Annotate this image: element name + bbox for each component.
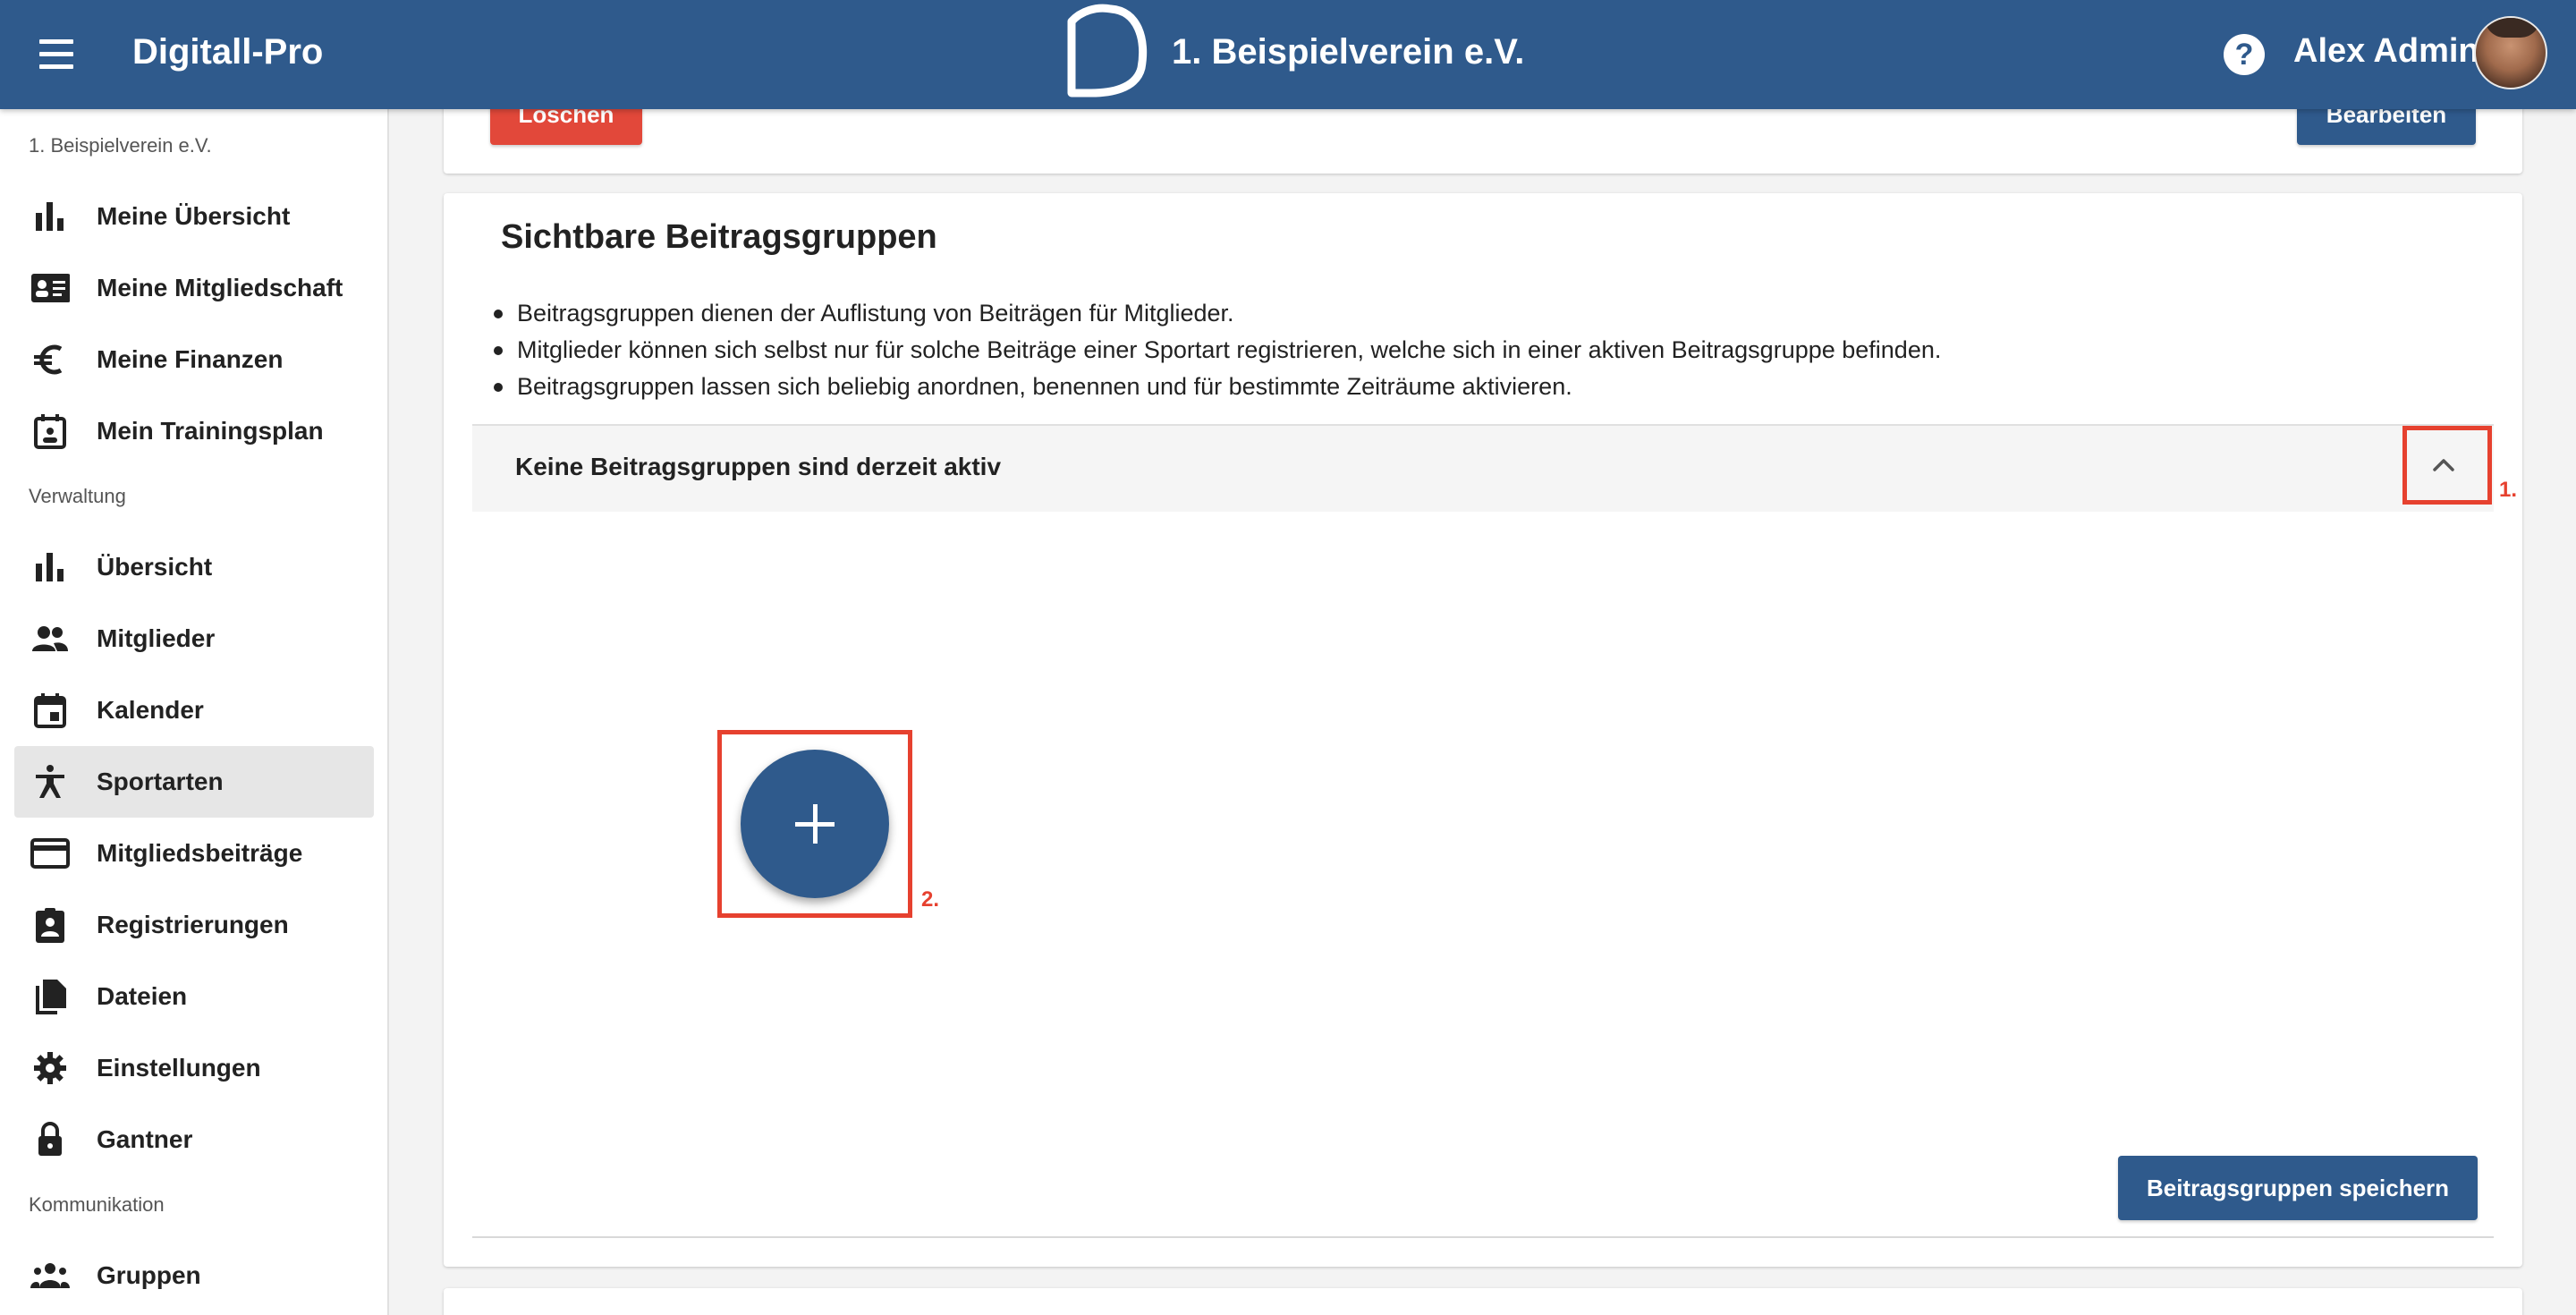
- sidebar-item-label: Mitglieder: [97, 624, 216, 652]
- expansion-panel-title: Keine Beitragsgruppen sind derzeit aktiv: [515, 453, 1002, 480]
- calendar-icon: [34, 693, 66, 728]
- sidebar-item-label: Dateien: [97, 982, 188, 1010]
- info-list-item: Mitglieder können sich selbst nur für so…: [494, 332, 1941, 369]
- next-card: [444, 1288, 2522, 1315]
- sidebar-item-mein-trainingsplan[interactable]: Mein Trainingsplan: [14, 395, 374, 467]
- sidebar-item-gruppen[interactable]: Gruppen: [14, 1240, 374, 1311]
- annotation-label-1: 1.: [2499, 478, 2518, 502]
- sidebar-item-uebersicht[interactable]: Übersicht: [14, 531, 374, 603]
- credit-card-icon: [30, 838, 70, 869]
- euro-icon: [34, 344, 63, 375]
- sidebar-item-registrierungen[interactable]: Registrierungen: [14, 889, 374, 961]
- menu-icon[interactable]: [34, 32, 79, 77]
- club-title: 1. Beispielverein e.V.: [1172, 32, 1525, 72]
- app-title: Digitall-Pro: [132, 32, 324, 72]
- sidebar-item-einstellungen[interactable]: Einstellungen: [14, 1032, 374, 1104]
- user-name[interactable]: Alex Admin: [2293, 32, 2479, 71]
- sidebar-item-meine-mitgliedschaft[interactable]: Meine Mitgliedschaft: [14, 252, 374, 324]
- sidebar-item-label: Sportarten: [97, 768, 224, 795]
- bar-chart-icon: [36, 553, 64, 581]
- sidebar-club-label: 1. Beispielverein e.V.: [29, 134, 212, 157]
- sidebar-item-sportarten[interactable]: Sportarten: [14, 746, 374, 818]
- sidebar-item-label: Meine Finanzen: [97, 345, 284, 373]
- sidebar-item-label: Meine Mitgliedschaft: [97, 274, 343, 301]
- annotation-label-2: 2.: [921, 887, 940, 912]
- info-list-item: Beitragsgruppen lassen sich beliebig ano…: [494, 369, 1941, 405]
- sidebar-section-kommunikation: Kommunikation: [29, 1193, 165, 1216]
- calendar-person-icon: [34, 414, 66, 449]
- clipboard-person-icon: [36, 908, 64, 943]
- info-list-item: Beitragsgruppen dienen der Auflistung vo…: [494, 295, 1941, 332]
- sidebar-item-gantner[interactable]: Gantner: [14, 1104, 374, 1175]
- sidebar-item-label: Gantner: [97, 1125, 193, 1153]
- files-icon: [36, 980, 66, 1014]
- sidebar-item-label: Einstellungen: [97, 1054, 261, 1082]
- sidebar-item-label: Registrierungen: [97, 911, 289, 938]
- divider: [472, 1236, 2494, 1238]
- sidebar-item-label: Mitgliedsbeiträge: [97, 839, 303, 867]
- sidebar-item-mitgliedsbeitraege[interactable]: Mitgliedsbeiträge: [14, 818, 374, 889]
- sidebar-item-mitglieder[interactable]: Mitglieder: [14, 603, 374, 674]
- avatar[interactable]: [2474, 16, 2547, 89]
- sidebar-item-label: Meine Übersicht: [97, 202, 291, 230]
- sidebar-section-verwaltung: Verwaltung: [29, 485, 126, 507]
- sidebar-item-dateien[interactable]: Dateien: [14, 961, 374, 1032]
- top-app-bar: Digitall-Pro 1. Beispielverein e.V. ? Al…: [0, 0, 2576, 109]
- people-icon: [32, 626, 68, 651]
- save-fee-groups-button[interactable]: Beitragsgruppen speichern: [2118, 1156, 2478, 1220]
- sidebar-item-label: Mein Trainingsplan: [97, 417, 324, 445]
- groups-icon: [30, 1263, 70, 1288]
- gear-icon: [34, 1052, 66, 1084]
- help-icon[interactable]: ?: [2224, 34, 2265, 75]
- annotation-highlight-2: [717, 730, 912, 918]
- sidebar-item-label: Übersicht: [97, 553, 213, 581]
- lock-icon: [38, 1122, 62, 1156]
- sidebar-item-label: Gruppen: [97, 1261, 201, 1289]
- annotation-highlight-1: [2402, 426, 2492, 505]
- sidebar-item-meine-finanzen[interactable]: Meine Finanzen: [14, 324, 374, 395]
- sidebar-item-kalender[interactable]: Kalender: [14, 674, 374, 746]
- info-list: Beitragsgruppen dienen der Auflistung vo…: [494, 295, 1941, 405]
- section-title: Sichtbare Beitragsgruppen: [501, 218, 937, 256]
- sport-icon: [36, 765, 64, 798]
- sidebar-item-label: Kalender: [97, 696, 204, 724]
- club-logo-icon: [1067, 4, 1148, 98]
- sidebar-item-meine-uebersicht[interactable]: Meine Übersicht: [14, 181, 374, 252]
- id-card-icon: [31, 274, 70, 302]
- bar-chart-icon: [36, 202, 64, 231]
